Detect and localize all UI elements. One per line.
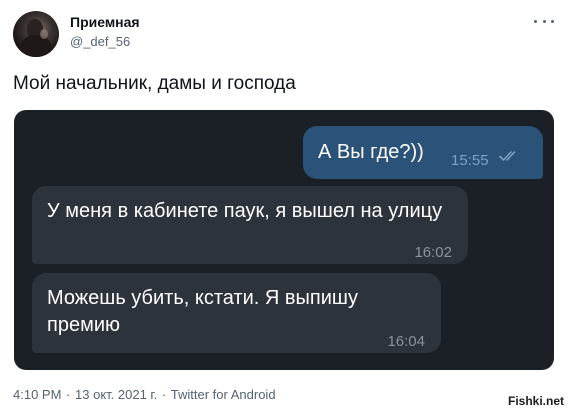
author-name[interactable]: Приемная xyxy=(70,14,140,30)
separator: · xyxy=(161,387,167,402)
author-handle[interactable]: @_def_56 xyxy=(70,34,130,49)
more-dot xyxy=(534,19,537,23)
avatar-figure-body xyxy=(21,35,51,57)
message-text: Можешь убить, кстати. Я выпишу премию xyxy=(47,287,358,336)
message-bubble-incoming: У меня в кабинете паук, я вышел на улицу… xyxy=(32,186,468,264)
watermark: Fishki.net xyxy=(507,394,564,408)
tweet-date[interactable]: 13 окт. 2021 г. xyxy=(75,387,157,402)
tweet-time[interactable]: 4:10 PM xyxy=(13,387,61,402)
more-dot xyxy=(551,19,554,23)
avatar[interactable] xyxy=(13,11,59,57)
message-bubble-incoming: Можешь убить, кстати. Я выпишу премию 16… xyxy=(32,273,441,353)
tweet-text: Мой начальник, дамы и господа xyxy=(13,73,296,94)
separator: · xyxy=(66,387,71,402)
message-time: 16:04 xyxy=(387,333,425,350)
more-horizontal-icon[interactable] xyxy=(534,14,554,28)
tweet-metadata: 4:10 PM · 13 окт. 2021 г. · Twitter for … xyxy=(13,387,276,402)
message-bubble-outgoing: А Вы где?)) 15:55 xyxy=(303,126,543,179)
tweet-client[interactable]: Twitter for Android xyxy=(171,387,276,402)
message-time: 16:02 xyxy=(414,244,452,261)
more-dot xyxy=(542,19,546,23)
chat-screenshot[interactable]: А Вы где?)) 15:55 У меня в кабинете паук… xyxy=(14,110,554,370)
message-text: А Вы где?)) xyxy=(318,141,424,163)
double-check-icon xyxy=(499,151,516,161)
avatar-highlight xyxy=(40,29,48,39)
message-text: У меня в кабинете паук, я вышел на улицу xyxy=(47,200,443,222)
message-time: 15:55 xyxy=(451,152,489,169)
